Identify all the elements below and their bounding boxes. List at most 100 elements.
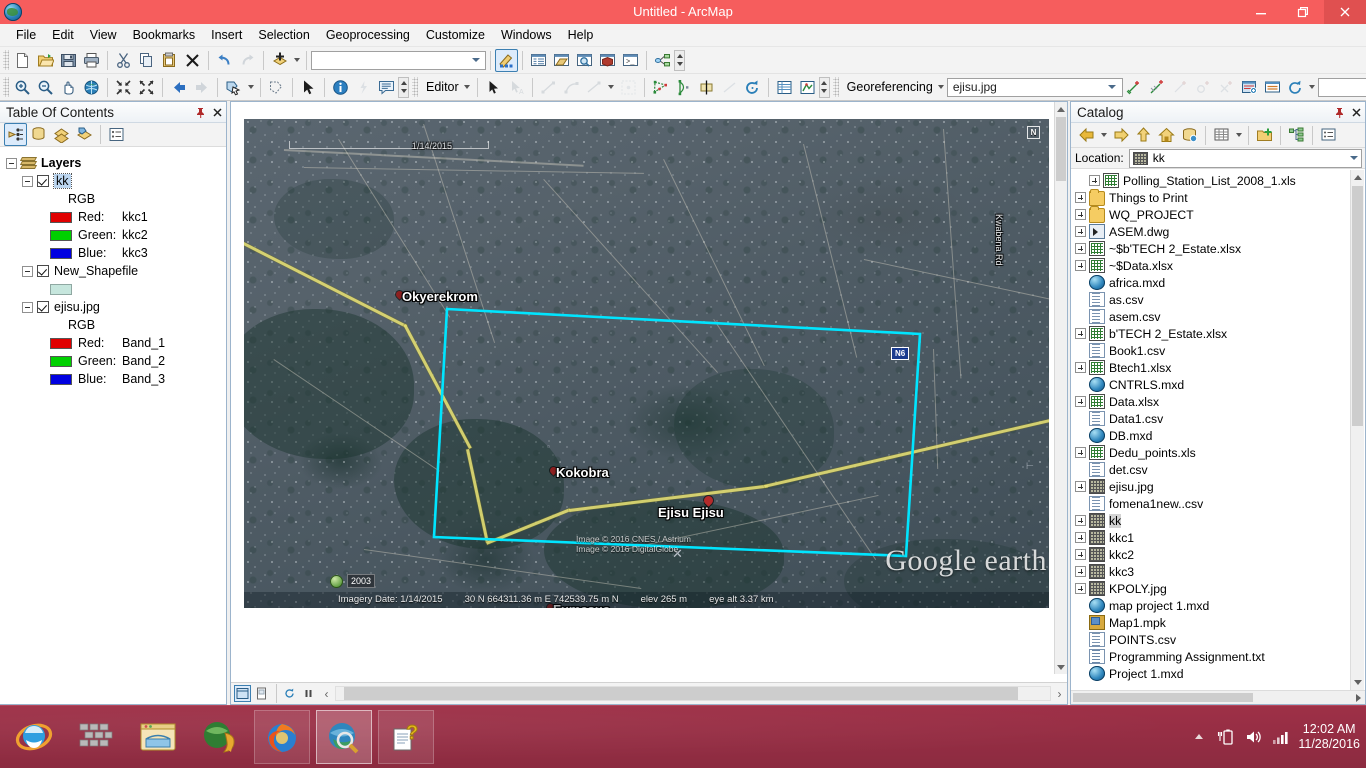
search-icon[interactable] — [1317, 124, 1340, 147]
scrollbar-thumb[interactable] — [344, 687, 1018, 700]
up-one-level-icon[interactable] — [1132, 124, 1155, 147]
show-hidden-icons-icon[interactable] — [1190, 728, 1208, 746]
blue-band-swatch[interactable] — [50, 247, 72, 259]
toggle-contents-panel-icon[interactable] — [1210, 124, 1233, 147]
network-signal-icon[interactable] — [1271, 728, 1289, 746]
menu-windows[interactable]: Windows — [493, 25, 560, 45]
pin-icon[interactable] — [192, 103, 209, 121]
pin-icon[interactable] — [1331, 103, 1348, 121]
catalog-item[interactable]: kkc1 — [1071, 529, 1365, 546]
view-dropdown-icon[interactable] — [1233, 124, 1244, 147]
save-icon[interactable] — [57, 49, 80, 72]
search-window-icon[interactable] — [573, 49, 596, 72]
scroll-up-icon[interactable] — [1351, 170, 1364, 185]
model-builder-icon[interactable] — [651, 49, 674, 72]
catalog-item[interactable]: map project 1.mxd — [1071, 597, 1365, 614]
pause-drawing-icon[interactable] — [300, 685, 317, 702]
scrollbar-thumb[interactable] — [1352, 186, 1363, 426]
data-view-button[interactable] — [234, 685, 251, 702]
list-by-selection-icon[interactable] — [73, 123, 96, 146]
catalog-item[interactable]: Polling_Station_List_2008_1.xls — [1071, 172, 1365, 189]
trace-dropdown-icon[interactable] — [606, 76, 617, 99]
catalog-item[interactable]: africa.mxd — [1071, 274, 1365, 291]
expand-icon[interactable] — [1075, 532, 1086, 543]
catalog-item[interactable]: asem.csv — [1071, 308, 1365, 325]
menu-customize[interactable]: Customize — [418, 25, 493, 45]
windows-store-icon[interactable] — [68, 710, 124, 764]
list-by-drawing-order-icon[interactable] — [4, 123, 27, 146]
menu-help[interactable]: Help — [560, 25, 602, 45]
expand-icon[interactable] — [1075, 549, 1086, 560]
catalog-item[interactable]: WQ_PROJECT — [1071, 205, 1365, 223]
menu-view[interactable]: View — [82, 25, 125, 45]
scroll-right-icon[interactable]: › — [1052, 686, 1067, 701]
expand-icon[interactable] — [1075, 515, 1086, 526]
catalog-item[interactable]: ~$Data.xlsx — [1071, 257, 1365, 274]
red-band-swatch[interactable] — [50, 337, 72, 349]
arctoolbox-icon[interactable] — [596, 49, 619, 72]
catalog-item[interactable]: CNTRLS.mxd — [1071, 376, 1365, 393]
layout-view-button[interactable] — [253, 685, 270, 702]
expand-icon[interactable] — [1075, 260, 1086, 271]
undo-icon[interactable] — [213, 49, 236, 72]
menu-selection[interactable]: Selection — [250, 25, 317, 45]
map-horizontal-scrollbar[interactable] — [335, 686, 1051, 701]
editor-toolbar-icon[interactable] — [495, 48, 518, 72]
restore-button[interactable] — [1282, 0, 1324, 24]
expand-icon[interactable] — [1075, 226, 1086, 237]
back-icon[interactable] — [1075, 124, 1098, 147]
toc-layer-kk[interactable]: kk — [6, 172, 226, 190]
catalog-vertical-scrollbar[interactable] — [1350, 170, 1364, 690]
georeferencing-layer-combo[interactable]: ejisu.jpg — [946, 77, 1123, 97]
identify-icon[interactable] — [329, 76, 352, 99]
volume-icon[interactable] — [1244, 728, 1262, 746]
add-data-dropdown-icon[interactable] — [291, 49, 302, 72]
scroll-up-icon[interactable] — [1055, 102, 1067, 116]
catalog-item[interactable]: Programming Assignment.txt — [1071, 648, 1365, 665]
toc-layer-new-shapefile[interactable]: New_Shapefile — [6, 262, 226, 280]
georeferencing-dropdown-icon[interactable] — [936, 76, 947, 99]
add-control-points-icon[interactable] — [1123, 76, 1146, 99]
catalog-window-icon[interactable] — [550, 49, 573, 72]
add-data-icon[interactable] — [268, 49, 291, 72]
help-document-icon[interactable]: ? — [378, 710, 434, 764]
new-document-icon[interactable] — [11, 49, 34, 72]
update-georeferencing-icon[interactable] — [1238, 76, 1261, 99]
catalog-item[interactable]: ~$b'TECH 2_Estate.xlsx — [1071, 240, 1365, 257]
red-band-swatch[interactable] — [50, 211, 72, 223]
open-document-icon[interactable] — [34, 49, 57, 72]
expand-icon[interactable] — [1075, 328, 1086, 339]
collapse-icon[interactable] — [22, 175, 33, 187]
expand-icon[interactable] — [1075, 209, 1086, 220]
location-combo[interactable]: kk — [1128, 148, 1362, 168]
scale-combo[interactable] — [311, 50, 486, 70]
rotate-raster-icon[interactable] — [1284, 76, 1307, 99]
jdownloader-icon[interactable] — [192, 710, 248, 764]
catalog-item[interactable]: POINTS.csv — [1071, 631, 1365, 648]
list-by-source-icon[interactable] — [27, 123, 50, 146]
map-canvas[interactable]: Okyerekrom Kokobra Ejisu Ejisu Fumesua 1… — [244, 119, 1049, 608]
toc-root-layers[interactable]: Layers — [6, 154, 226, 172]
fixed-zoom-in-icon[interactable] — [112, 76, 135, 99]
collapse-icon[interactable] — [22, 265, 33, 277]
catalog-item[interactable]: ASEM.dwg — [1071, 223, 1365, 240]
catalog-item[interactable]: kkc3 — [1071, 563, 1365, 580]
collapse-icon[interactable] — [6, 157, 17, 169]
clear-selection-icon[interactable] — [265, 76, 288, 99]
scrollbar-thumb[interactable] — [1056, 117, 1066, 181]
scroll-down-icon[interactable] — [1055, 660, 1067, 674]
sketch-properties-icon[interactable] — [796, 76, 819, 99]
editor-overflow-spinner[interactable] — [818, 76, 830, 98]
copy-icon[interactable] — [135, 49, 158, 72]
scroll-down-icon[interactable] — [1351, 675, 1364, 690]
catalog-item[interactable]: Book1.csv — [1071, 342, 1365, 359]
georeferencing-menu-label[interactable]: Georeferencing — [841, 80, 936, 94]
map-vertical-scrollbar[interactable] — [1054, 102, 1067, 674]
internet-explorer-icon[interactable] — [6, 710, 62, 764]
edit-vertices-icon[interactable] — [649, 76, 672, 99]
expand-icon[interactable] — [1075, 362, 1086, 373]
menu-insert[interactable]: Insert — [203, 25, 250, 45]
print-icon[interactable] — [80, 49, 103, 72]
list-by-visibility-icon[interactable] — [50, 123, 73, 146]
toolbar-grip[interactable] — [3, 77, 9, 97]
